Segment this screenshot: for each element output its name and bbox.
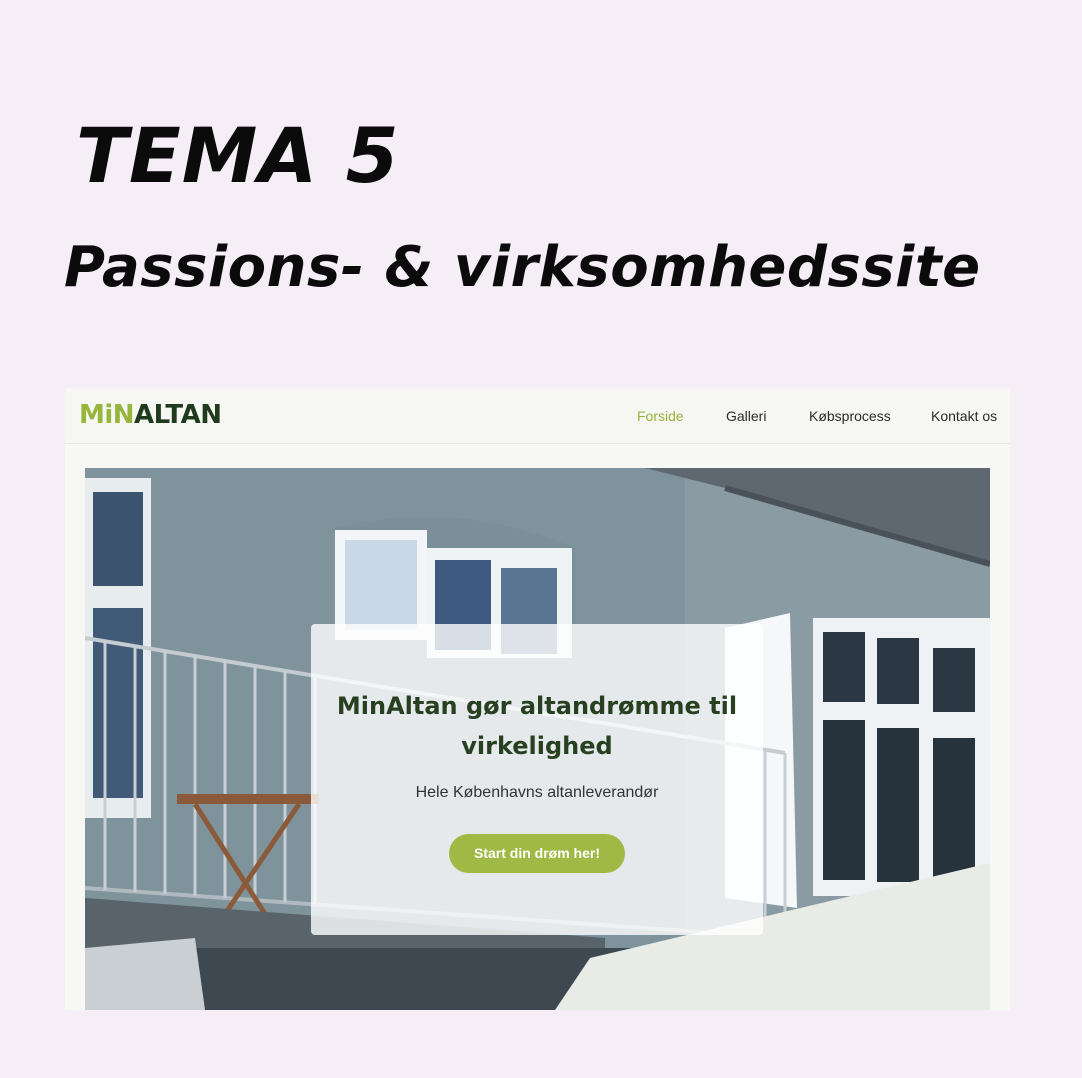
page-title: TEMA 5 bbox=[76, 111, 400, 200]
site-navbar: MiNALTAN Forside Galleri Købsprocess Kon… bbox=[65, 388, 1010, 444]
nav-kontakt[interactable]: Kontakt os bbox=[931, 408, 997, 424]
nav-forside[interactable]: Forside bbox=[637, 408, 684, 424]
hero-section: MinAltan gør altandrømme til virkelighed… bbox=[85, 468, 990, 1010]
start-dream-button[interactable]: Start din drøm her! bbox=[449, 834, 625, 873]
hero-subheading: Hele Københavns altanleverandør bbox=[415, 784, 659, 801]
hero-card: MinAltan gør altandrømme til virkelighed… bbox=[311, 624, 763, 935]
page-subtitle: Passions- & virksomhedssite bbox=[64, 235, 981, 300]
logo-part-altan: ALTAN bbox=[134, 400, 222, 430]
nav-galleri[interactable]: Galleri bbox=[726, 408, 766, 424]
site-logo[interactable]: MiNALTAN bbox=[79, 402, 222, 428]
nav-kobsprocess[interactable]: Købsprocess bbox=[809, 408, 891, 424]
website-screenshot: MiNALTAN Forside Galleri Købsprocess Kon… bbox=[65, 388, 1010, 1010]
logo-part-min: MiN bbox=[79, 400, 135, 430]
hero-heading: MinAltan gør altandrømme til virkelighed bbox=[336, 692, 738, 760]
